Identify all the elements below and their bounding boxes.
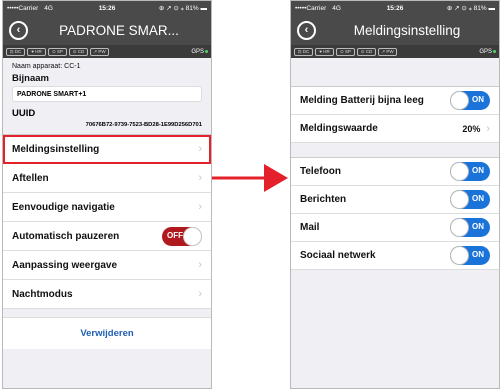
row-aanpassing-weergave[interactable]: Aanpassing weergave › (3, 251, 211, 280)
chevron-right-icon: › (198, 288, 202, 300)
sensor-pw-icon: ↗ PW (378, 47, 397, 56)
device-settings-screen: •••••Carrier 4G 15:26 ⊕ ↗ ⊙ ⁎ 81% ▬ ‹ PA… (2, 0, 212, 389)
row-meldingsinstelling[interactable]: Meldingsinstelling › (3, 135, 211, 164)
status-bar: •••••Carrier 4G 15:26 ⊕ ↗ ⊙ ⁎ 81% ▬ (3, 1, 211, 15)
row-label: Mail (300, 222, 320, 233)
battery-alert-toggle[interactable]: ON (450, 91, 490, 110)
gps-label: GPS (191, 48, 204, 55)
toggle-state: ON (472, 166, 484, 175)
row-label: Meldingswaarde (300, 123, 378, 134)
row-label: Eenvoudige navigatie (12, 201, 115, 213)
device-info: Naam apparaat: CC-1 Bijnaam PADRONE SMAR… (3, 58, 211, 134)
section-gap (291, 143, 499, 157)
notification-list: Telefoon ON Berichten ON Mail ON Sociaal… (291, 157, 499, 270)
chevron-left-icon: ‹ (304, 23, 309, 36)
arrow-right-icon (212, 164, 288, 192)
sensor-cd-icon: ⊙ CD (357, 47, 376, 56)
device-name: Naam apparaat: CC-1 (12, 63, 81, 70)
chevron-right-icon: › (198, 143, 202, 155)
toggle-state: OFF (167, 230, 183, 240)
clock: 15:26 (386, 4, 404, 12)
toggle-knob (450, 91, 469, 110)
toggle-state: ON (472, 194, 484, 203)
sensor-dc-icon: ⊡ DC (6, 47, 25, 56)
row-battery-alert: Melding Batterij bijna leeg ON (291, 87, 499, 115)
gps-label: GPS (479, 48, 492, 55)
berichten-toggle[interactable]: ON (450, 190, 490, 209)
battery-settings: Melding Batterij bijna leeg ON Meldingsw… (291, 86, 499, 143)
row-nachtmodus[interactable]: Nachtmodus › (3, 280, 211, 309)
chevron-right-icon: › (486, 122, 490, 135)
settings-list: Meldingsinstelling › Aftellen › Eenvoudi… (3, 134, 211, 309)
row-automatisch-pauzeren: Automatisch pauzeren OFF (3, 222, 211, 251)
toggle-state: ON (472, 222, 484, 231)
page-title: Meldingsinstelling (353, 22, 461, 38)
sociaal-netwerk-toggle[interactable]: ON (450, 246, 490, 265)
toggle-state: ON (472, 95, 484, 104)
telefoon-toggle[interactable]: ON (450, 162, 490, 181)
gps-indicator: GPS (191, 49, 208, 55)
toggle-knob (450, 190, 469, 209)
uuid-value: 70676B72-9739-7523-BD28-1E99D256D701 (85, 122, 202, 128)
row-sociaal-netwerk: Sociaal netwerk ON (291, 242, 499, 270)
row-label: Berichten (300, 194, 347, 205)
sensor-hr-icon: ♥ HR (27, 47, 46, 56)
toggle-knob (450, 162, 469, 181)
row-label: Aftellen (12, 172, 49, 184)
toggle-knob (450, 246, 469, 265)
gps-dot-icon (205, 49, 208, 53)
nav-bar: ‹ Meldingsinstelling (291, 15, 499, 45)
sensor-dc-icon: ⊡ DC (294, 47, 313, 56)
row-label: Melding Batterij bijna leeg (300, 95, 424, 106)
toggle-knob (450, 218, 469, 237)
row-label: Automatisch pauzeren (12, 230, 120, 242)
back-button[interactable]: ‹ (297, 20, 316, 40)
sensor-hr-icon: ♥ HR (315, 47, 334, 56)
gps-dot-icon (493, 49, 496, 53)
page-title: PADRONE SMAR... (59, 22, 179, 38)
row-label: Aanpassing weergave (12, 259, 118, 271)
row-aftellen[interactable]: Aftellen › (3, 164, 211, 193)
sensor-sp-icon: ⊙ SP (336, 47, 355, 56)
sensor-bar: ⊡ DC ♥ HR ⊙ SP ⊙ CD ↗ PW GPS (291, 45, 499, 58)
sensor-pw-icon: ↗ PW (90, 47, 109, 56)
uuid-label: UUID (12, 108, 36, 119)
sensor-bar: ⊡ DC ♥ HR ⊙ SP ⊙ CD ↗ PW GPS (3, 45, 211, 58)
gps-indicator: GPS (479, 49, 496, 55)
nav-bar: ‹ PADRONE SMAR... (3, 15, 211, 45)
nickname-label: Bijnaam (12, 73, 49, 84)
row-telefoon: Telefoon ON (291, 158, 499, 186)
chevron-right-icon: › (198, 172, 202, 184)
mail-toggle[interactable]: ON (450, 218, 490, 237)
back-button[interactable]: ‹ (9, 20, 28, 40)
clock: 15:26 (98, 4, 116, 12)
nickname-field[interactable]: PADRONE SMART+1 (12, 86, 202, 102)
toggle-state: ON (472, 250, 484, 259)
auto-pause-toggle[interactable]: OFF (162, 226, 202, 246)
row-label: Sociaal netwerk (300, 250, 376, 261)
status-bar: •••••Carrier 4G 15:26 ⊕ ↗ ⊙ ⁎ 81% ▬ (291, 1, 499, 15)
sensor-sp-icon: ⊙ SP (48, 47, 67, 56)
row-eenvoudige-navigatie[interactable]: Eenvoudige navigatie › (3, 193, 211, 222)
chevron-left-icon: ‹ (16, 23, 21, 36)
chevron-right-icon: › (198, 259, 202, 271)
chevron-right-icon: › (198, 201, 202, 213)
row-label: Telefoon (300, 166, 341, 177)
row-berichten: Berichten ON (291, 186, 499, 214)
alert-value: 20% (462, 123, 481, 134)
row-alert-value[interactable]: Meldingswaarde 20% › (291, 115, 499, 143)
sensor-cd-icon: ⊙ CD (69, 47, 88, 56)
row-mail: Mail ON (291, 214, 499, 242)
toggle-knob (183, 226, 202, 246)
row-label: Nachtmodus (12, 288, 73, 300)
row-label: Meldingsinstelling (12, 143, 100, 155)
delete-button[interactable]: Verwijderen (80, 328, 133, 339)
delete-area: Verwijderen (3, 317, 211, 349)
notification-settings-screen: •••••Carrier 4G 15:26 ⊕ ↗ ⊙ ⁎ 81% ▬ ‹ Me… (290, 0, 500, 389)
